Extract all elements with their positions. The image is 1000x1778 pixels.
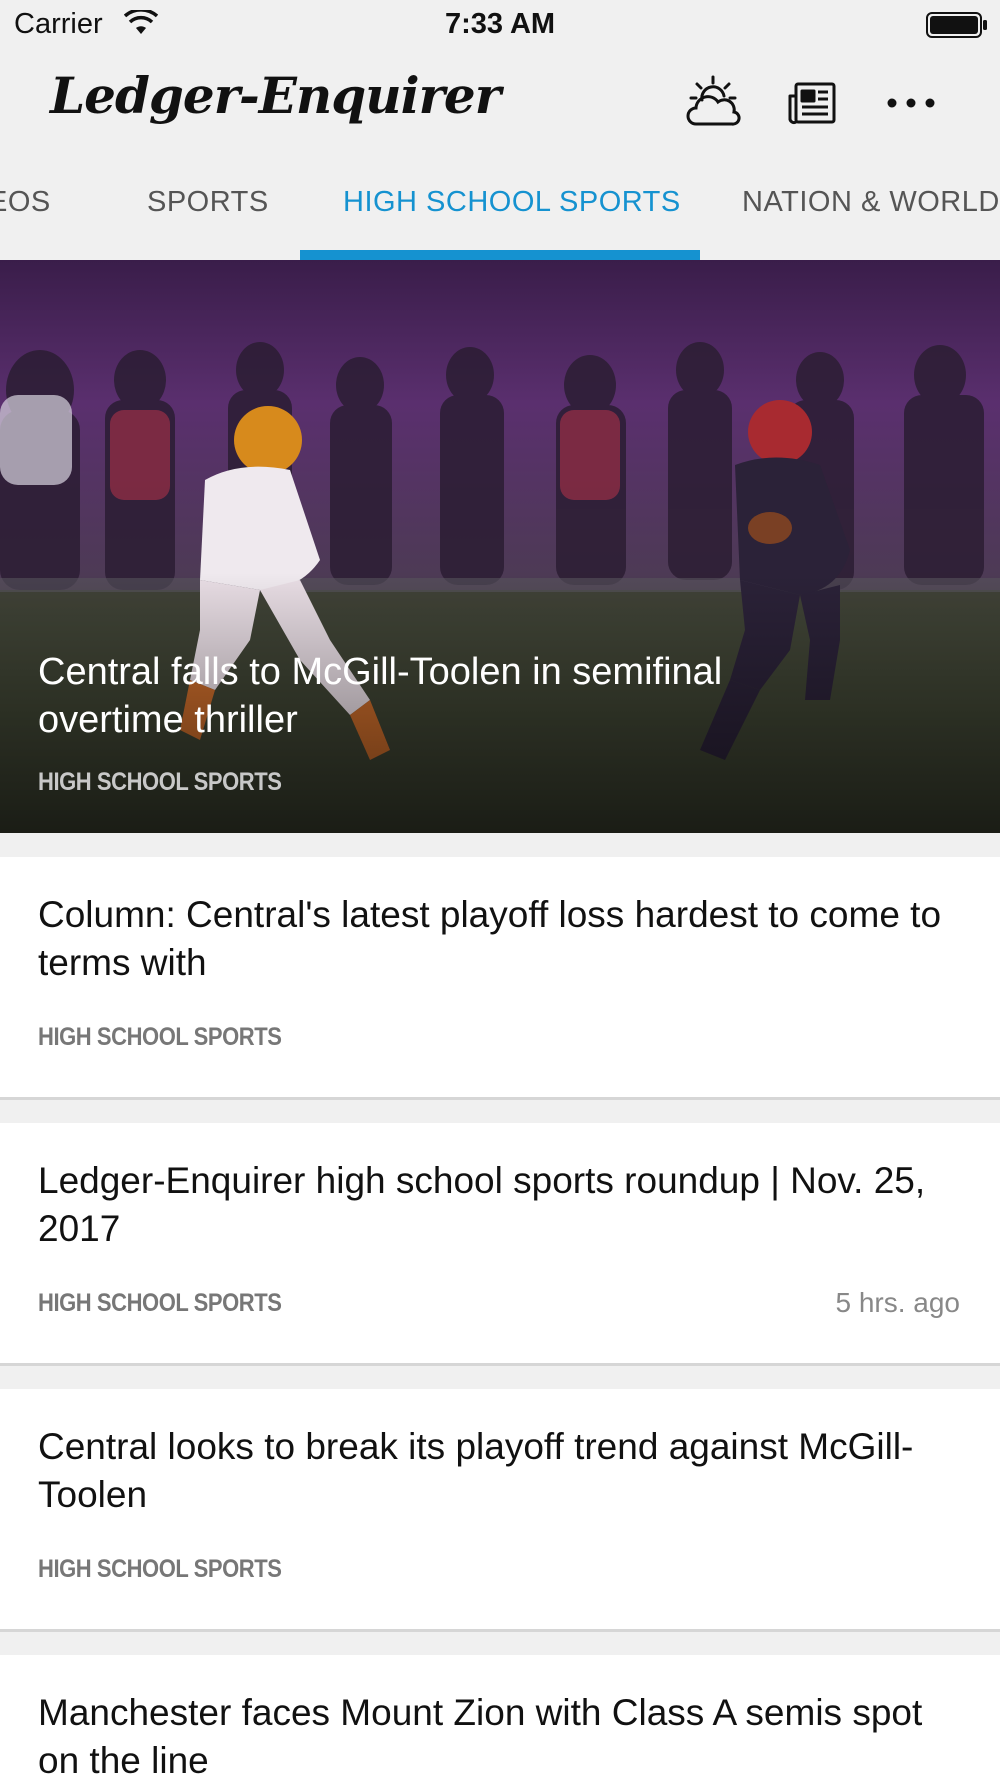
tab-videos[interactable]: EOS [0,186,51,219]
article-card[interactable]: Ledger-Enquirer high school sports round… [0,1123,1000,1366]
hero-story[interactable]: Central falls to McGill-Toolen in semifi… [0,260,1000,833]
article-title[interactable]: Central looks to break its playoff trend… [38,1423,958,1519]
article-title[interactable]: Manchester faces Mount Zion with Class A… [38,1689,958,1778]
epaper-icon[interactable] [782,72,844,134]
active-tab-indicator [300,250,700,260]
article-section-label: HIGH SCHOOL SPORTS [38,1289,282,1317]
hero-title[interactable]: Central falls to McGill-Toolen in semifi… [38,648,798,744]
article-card[interactable]: Central looks to break its playoff trend… [0,1389,1000,1632]
article-card[interactable]: Column: Central's latest playoff loss ha… [0,857,1000,1100]
battery-icon [926,12,987,38]
article-title[interactable]: Ledger-Enquirer high school sports round… [38,1157,958,1253]
tab-sports[interactable]: SPORTS [147,186,269,219]
app-header: Ledger-Enquirer [0,50,1000,152]
more-icon[interactable] [880,72,942,134]
article-section-label: HIGH SCHOOL SPORTS [38,1023,282,1051]
hero-section-label: HIGH SCHOOL SPORTS [38,768,282,796]
section-tabs: EOS SPORTS HIGH SCHOOL SPORTS NATION & W… [0,152,1000,260]
article-timestamp: 5 hrs. ago [835,1287,960,1318]
weather-icon[interactable] [682,72,744,134]
article-section-label: HIGH SCHOOL SPORTS [38,1555,282,1583]
article-card[interactable]: Manchester faces Mount Zion with Class A… [0,1655,1000,1778]
article-title[interactable]: Column: Central's latest playoff loss ha… [38,891,958,987]
tab-nation-world[interactable]: NATION & WORLD [742,186,1000,219]
status-bar: Carrier 7:33 AM [0,0,1000,50]
status-time: 7:33 AM [444,8,556,40]
ledger-enquirer-logo[interactable]: Ledger-Enquirer [50,66,501,125]
tab-high-school-sports[interactable]: HIGH SCHOOL SPORTS [343,186,681,219]
